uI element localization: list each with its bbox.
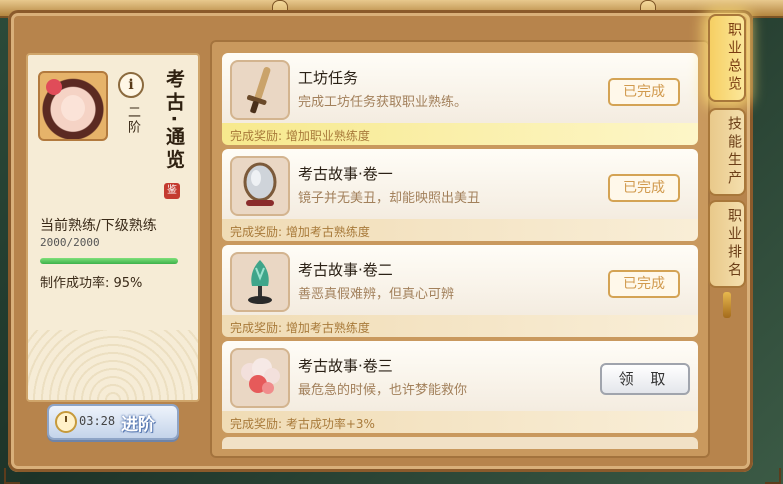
task-title: 工坊任务 [298, 69, 359, 87]
list-item: 考古故事·卷一 镜子并无美丑，却能映照出美丑 已完成 完成奖励: 增加考古熟练度 [222, 149, 698, 241]
career-name: 考古·通览 [163, 69, 185, 173]
tab-skill-production[interactable]: 技能生产 [708, 108, 746, 196]
completed-button[interactable]: 已完成 [608, 78, 680, 106]
task-title: 考古故事·卷三 [298, 357, 393, 375]
tab-career-ranking[interactable]: 职业排名 [708, 200, 746, 288]
completed-button[interactable]: 已完成 [608, 270, 680, 298]
task-card [222, 437, 698, 449]
wave-pattern [28, 330, 198, 400]
task-desc: 完成工坊任务获取职业熟练。 [298, 95, 468, 110]
avatar [38, 71, 108, 141]
proficiency-label: 当前熟练/下级熟练 [40, 218, 157, 234]
career-profile-panel: i 二阶 考古·通览 鉴 当前熟练/下级熟练 2000/2000 制作成功率: … [26, 53, 200, 402]
face-icon [61, 95, 85, 121]
claim-button[interactable]: 领 取 [600, 363, 690, 395]
hair-flower-icon [46, 79, 62, 95]
success-rate: 制作成功率: 95% [40, 276, 143, 291]
list-item: 工坊任务 完成工坊任务获取职业熟练。 已完成 完成奖励: 增加职业熟练度 [222, 53, 698, 145]
proficiency-value: 2000/2000 [40, 236, 100, 249]
jade-bowl-icon [230, 252, 290, 312]
seal-icon: 鉴 [164, 183, 180, 199]
proficiency-bar-fill [40, 258, 178, 264]
advance-button[interactable]: 03:28 进阶 [47, 404, 179, 440]
tassel-ornament [723, 292, 731, 318]
task-reward: 完成奖励: 增加职业熟练度 [230, 129, 370, 143]
mirror-icon [230, 156, 290, 216]
frame-corner [765, 468, 781, 484]
advance-label: 进阶 [121, 415, 155, 435]
tab-career-overview[interactable]: 职业总览 [708, 14, 746, 102]
task-title: 考古故事·卷一 [298, 165, 393, 183]
frame-corner [4, 468, 20, 484]
completed-button[interactable]: 已完成 [608, 174, 680, 202]
task-desc: 最危急的时候，也许梦能救你 [298, 383, 468, 398]
task-desc: 镜子并无美丑，却能映照出美丑 [298, 191, 481, 206]
advance-timer: 03:28 [79, 414, 116, 428]
task-list[interactable]: 工坊任务 完成工坊任务获取职业熟练。 已完成 完成奖励: 增加职业熟练度 考古故… [210, 40, 710, 458]
rank-label: 二阶 [125, 105, 140, 135]
list-item: 考古故事·卷二 善恶真假难辨，但真心可辨 已完成 完成奖励: 增加考古熟练度 [222, 245, 698, 337]
dream-cloud-icon [230, 348, 290, 408]
info-icon[interactable]: i [118, 72, 144, 98]
dagger-icon [230, 60, 290, 120]
list-item: 考古故事·卷三 最危急的时候，也许梦能救你 领 取 完成奖励: 考古成功率+3% [222, 341, 698, 433]
task-reward: 完成奖励: 增加考古熟练度 [230, 321, 370, 335]
clock-icon [55, 411, 77, 433]
task-title: 考古故事·卷二 [298, 261, 393, 279]
proficiency-bar [40, 258, 178, 264]
task-desc: 善恶真假难辨，但真心可辨 [298, 287, 455, 302]
task-reward: 完成奖励: 考古成功率+3% [230, 417, 375, 431]
list-item-partial [222, 437, 698, 449]
task-reward: 完成奖励: 增加考古熟练度 [230, 225, 370, 239]
